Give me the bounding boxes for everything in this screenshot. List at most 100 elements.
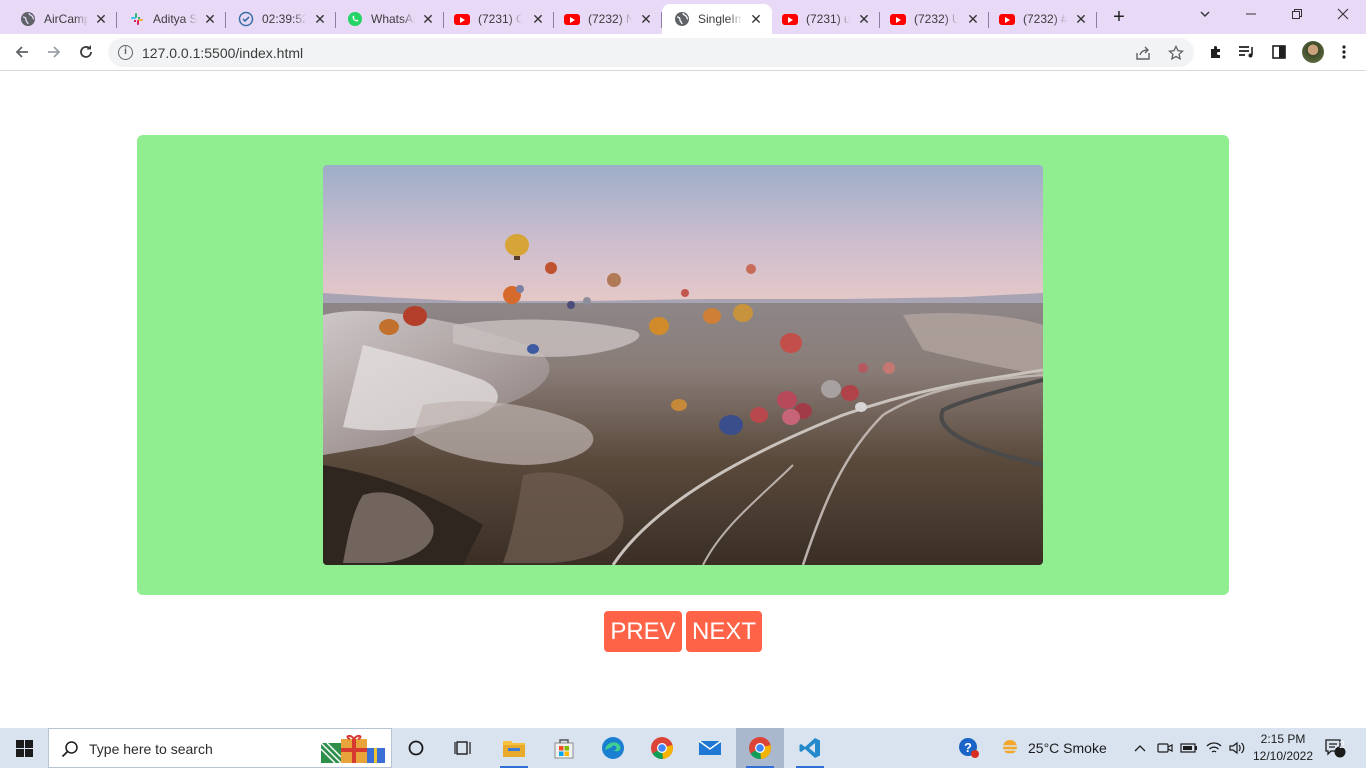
start-button[interactable] — [0, 728, 48, 768]
globe-icon — [20, 11, 36, 27]
slack-icon — [129, 11, 145, 27]
youtube-icon — [890, 11, 906, 27]
tab-separator — [1096, 12, 1097, 28]
battery-icon[interactable] — [1178, 728, 1200, 768]
weather-text[interactable]: 25°C Smoke — [1028, 728, 1114, 768]
chevron-down-icon — [1200, 11, 1210, 17]
volume-icon[interactable] — [1226, 728, 1248, 768]
site-info-icon[interactable]: i — [118, 45, 133, 60]
edge-app[interactable] — [589, 728, 637, 768]
close-tab-icon[interactable]: ✕ — [312, 11, 328, 27]
tab-youtube-3[interactable]: (7231) u ✕ — [772, 4, 880, 34]
windows-logo-icon — [15, 739, 33, 757]
bookmark-star-icon[interactable] — [1166, 43, 1186, 63]
check-circle-icon — [238, 11, 254, 27]
globe-icon — [674, 11, 690, 27]
tab-whatsapp[interactable]: WhatsApp ✕ — [336, 4, 444, 34]
youtube-icon — [454, 11, 470, 27]
help-notification-icon[interactable]: ? — [955, 728, 983, 768]
vscode-icon — [799, 738, 820, 758]
extensions-puzzle-icon[interactable] — [1206, 42, 1226, 62]
close-tab-icon[interactable]: ✕ — [1073, 11, 1089, 27]
close-tab-icon[interactable]: ✕ — [965, 11, 981, 27]
side-panel-icon[interactable] — [1269, 42, 1289, 62]
tab-youtube-2[interactable]: (7232) N ✕ — [554, 4, 662, 34]
minimize-icon — [1246, 13, 1256, 15]
windows-taskbar: Type here to search ? 25°C Smoke 2:15 PM… — [0, 728, 1366, 768]
tab-aircamp[interactable]: AirCamp ✕ — [0, 4, 117, 34]
cortana-circle-icon — [408, 740, 424, 756]
youtube-icon — [999, 11, 1015, 27]
arrow-right-icon — [48, 46, 61, 58]
vscode-app[interactable] — [786, 728, 834, 768]
chrome-icon — [651, 737, 673, 760]
store-bag-icon — [554, 739, 574, 759]
new-tab-button[interactable]: + — [1108, 6, 1130, 28]
minimize-button[interactable] — [1229, 0, 1273, 30]
weather-sun-icon[interactable] — [996, 728, 1022, 768]
close-tab-icon[interactable]: ✕ — [638, 11, 654, 27]
tab-youtube-1[interactable]: (7231) C ✕ — [444, 4, 554, 34]
restore-button[interactable] — [1275, 0, 1319, 30]
tab-slack[interactable]: Aditya S ✕ — [117, 4, 226, 34]
clock-time: 2:15 PM — [1260, 732, 1306, 746]
tab-search-button[interactable] — [1183, 0, 1227, 30]
restore-icon — [1292, 9, 1302, 19]
clock-date: 12/10/2022 — [1252, 749, 1314, 763]
tab-timer[interactable]: 02:39:52 ✕ — [226, 4, 336, 34]
reload-button[interactable] — [74, 40, 98, 64]
chevron-up-icon[interactable] — [1130, 728, 1150, 768]
close-tab-icon[interactable]: ✕ — [748, 11, 764, 27]
mail-app[interactable] — [686, 728, 734, 768]
close-tab-icon[interactable]: ✕ — [420, 11, 436, 27]
tab-singleimage[interactable]: SingleIm ✕ — [662, 4, 772, 34]
tab-youtube-4[interactable]: (7232) U ✕ — [880, 4, 989, 34]
action-center-button[interactable]: 2 — [1320, 728, 1350, 768]
edge-icon — [602, 737, 624, 759]
share-icon[interactable] — [1133, 43, 1153, 63]
folder-icon — [503, 741, 525, 757]
close-tab-icon[interactable]: ✕ — [202, 11, 218, 27]
cortana-button[interactable] — [392, 728, 440, 768]
whatsapp-icon — [347, 11, 363, 27]
back-button[interactable] — [10, 40, 34, 64]
chrome-icon — [749, 737, 771, 760]
task-view-button[interactable] — [440, 728, 488, 768]
mail-icon — [698, 740, 722, 755]
more-menu-icon[interactable] — [1334, 42, 1354, 62]
close-icon — [1337, 8, 1349, 20]
close-window-button[interactable] — [1321, 0, 1365, 30]
tab-youtube-5[interactable]: (7232) # ✕ — [989, 4, 1097, 34]
gift-boxes-icon — [320, 735, 385, 763]
reload-icon — [80, 45, 92, 58]
address-bar[interactable]: i 127.0.0.1:5500/index.html — [108, 38, 1194, 67]
youtube-icon — [782, 11, 798, 27]
youtube-icon — [564, 11, 580, 27]
image-slider-card — [137, 135, 1229, 595]
media-playlist-icon[interactable] — [1237, 42, 1257, 62]
next-button[interactable]: NEXT — [686, 611, 762, 652]
search-icon — [61, 741, 78, 758]
microsoft-store-app[interactable] — [540, 728, 588, 768]
svg-text:?: ? — [964, 740, 972, 755]
close-tab-icon[interactable]: ✕ — [93, 11, 109, 27]
profile-avatar[interactable] — [1302, 41, 1324, 63]
browser-toolbar: i 127.0.0.1:5500/index.html — [0, 34, 1366, 71]
notification-count: 2 — [1339, 740, 1345, 751]
taskbar-search-box[interactable]: Type here to search — [48, 728, 392, 768]
url-text[interactable]: 127.0.0.1:5500/index.html — [142, 45, 303, 61]
close-tab-icon[interactable]: ✕ — [856, 11, 872, 27]
chrome-app-2[interactable] — [638, 728, 686, 768]
file-explorer-app[interactable] — [490, 728, 538, 768]
browser-tab-strip: AirCamp ✕ Aditya S ✕ 02:39:52 ✕ WhatsApp… — [0, 0, 1366, 34]
close-tab-icon[interactable]: ✕ — [530, 11, 546, 27]
hot-air-balloons-image — [323, 165, 1043, 565]
search-placeholder: Type here to search — [89, 741, 213, 757]
wifi-icon[interactable] — [1203, 728, 1225, 768]
system-clock[interactable]: 2:15 PM 12/10/2022 — [1248, 731, 1318, 765]
meet-now-icon[interactable] — [1155, 728, 1175, 768]
task-view-icon — [454, 741, 471, 755]
forward-button[interactable] — [42, 40, 66, 64]
chrome-app[interactable] — [736, 728, 784, 768]
prev-button[interactable]: PREV — [604, 611, 682, 652]
